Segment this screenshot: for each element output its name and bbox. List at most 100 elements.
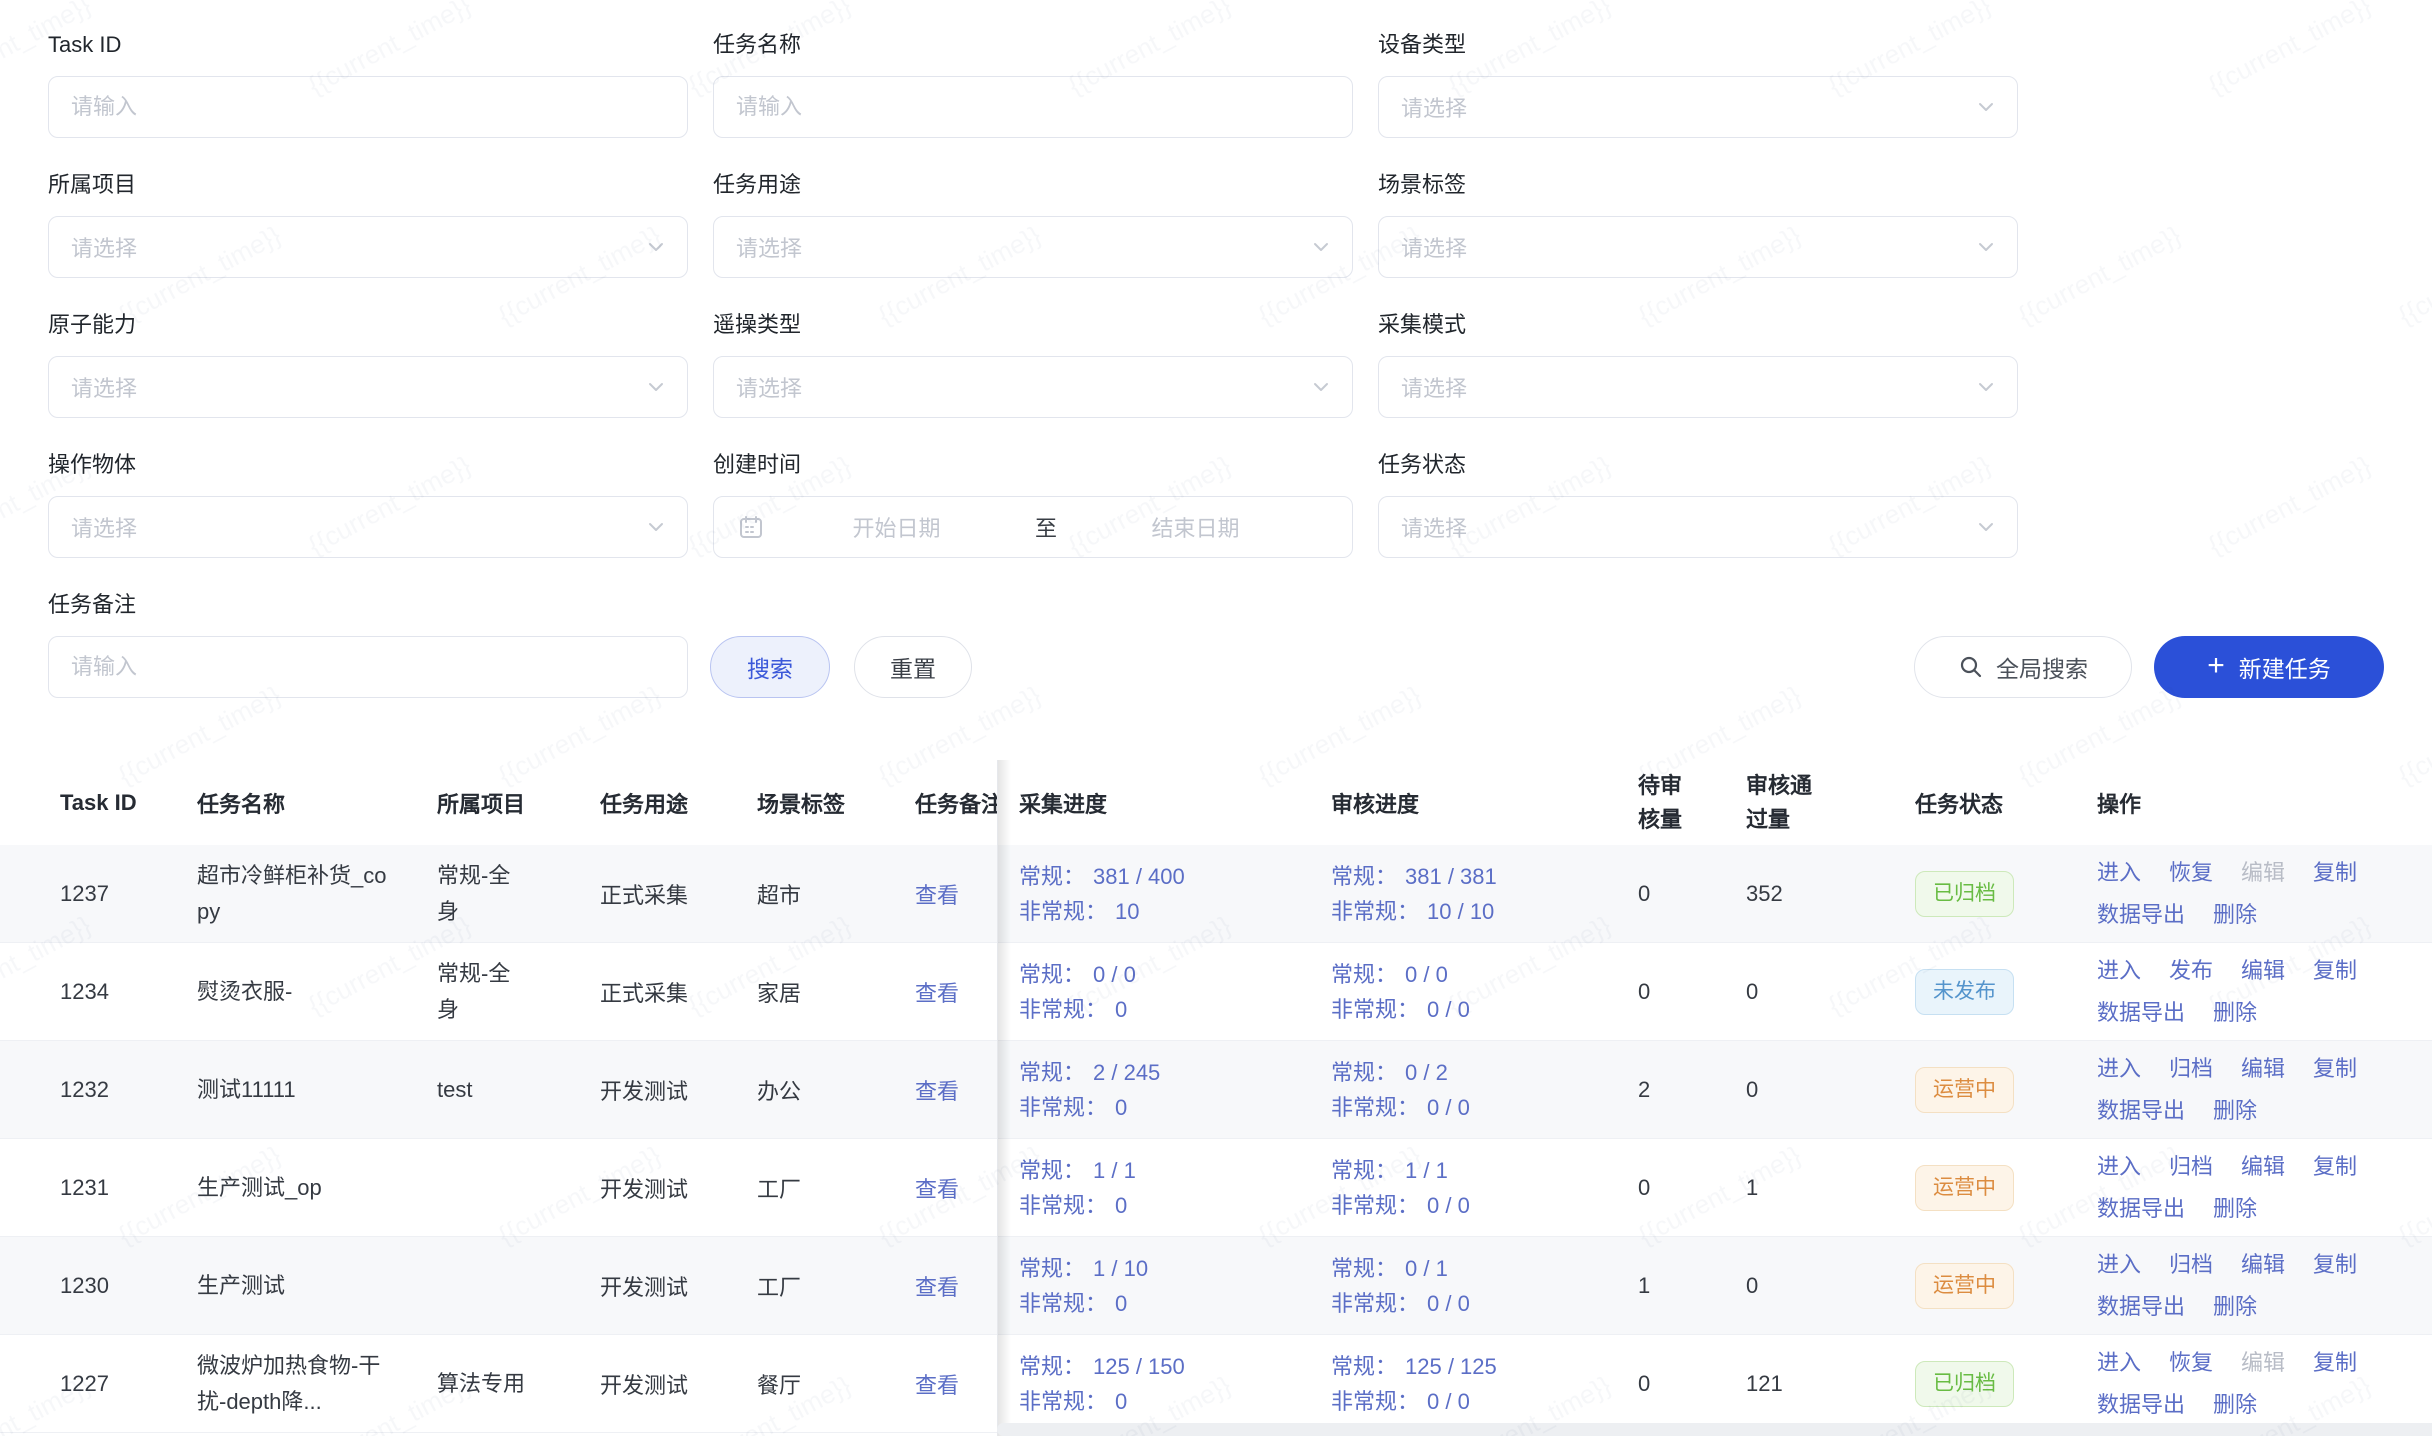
action-link[interactable]: 编辑 (2241, 856, 2285, 890)
select-placeholder: 请选择 (736, 231, 802, 263)
field-label: 任务用途 (713, 170, 1353, 200)
field-label: 任务名称 (713, 30, 1353, 60)
action-link[interactable]: 数据导出 (2097, 1290, 2185, 1324)
action-link[interactable]: 复制 (2313, 1346, 2357, 1380)
view-remark-link[interactable]: 查看 (915, 1373, 959, 1398)
global-search-label: 全局搜索 (1996, 650, 2088, 684)
action-link[interactable]: 复制 (2313, 1248, 2357, 1282)
table-body: 1237 超市冷鲜柜补货_copy 常规-全身 正式采集 超市 查看 常规：38… (0, 845, 2432, 1433)
col-header-task-id: Task ID (60, 790, 197, 816)
reset-button[interactable]: 重置 (854, 636, 972, 698)
cell-task-name: 超市冷鲜柜补货_copy (197, 858, 437, 930)
action-link[interactable]: 数据导出 (2097, 1388, 2185, 1422)
chevron-down-icon (1975, 376, 1997, 398)
teleop-type-select[interactable]: 请选择 (713, 356, 1353, 418)
task-id-input[interactable] (48, 76, 688, 138)
filter-field-device-type: 设备类型 请选择 (1378, 30, 2018, 138)
action-link[interactable]: 复制 (2313, 954, 2357, 988)
view-remark-link[interactable]: 查看 (915, 883, 959, 908)
filter-field-atomic-capability: 原子能力 请选择 (48, 310, 688, 418)
task-management-page: { "watermark": "{{current_time}}", "pale… (0, 0, 2432, 1436)
action-link[interactable]: 发布 (2169, 954, 2213, 988)
cell-scene: 工厂 (757, 1172, 915, 1204)
status-badge: 运营中 (1915, 1263, 2014, 1309)
chevron-down-icon (1975, 96, 1997, 118)
cell-actions: 进入 归档 编辑 复制 数据导出 删除 (2097, 1052, 2407, 1128)
action-link[interactable]: 归档 (2169, 1052, 2213, 1086)
action-link[interactable]: 进入 (2097, 856, 2141, 890)
view-remark-link[interactable]: 查看 (915, 1079, 959, 1104)
view-remark-link[interactable]: 查看 (915, 1177, 959, 1202)
new-task-button[interactable]: + 新建任务 (2154, 636, 2384, 698)
filter-field-create-time: 创建时间 开始日期 至 结束日期 (713, 450, 1353, 558)
atomic-capability-select[interactable]: 请选择 (48, 356, 688, 418)
action-link[interactable]: 进入 (2097, 1248, 2141, 1282)
action-link[interactable]: 编辑 (2241, 954, 2285, 988)
field-label: 任务备注 (48, 590, 688, 620)
cell-purpose: 开发测试 (600, 1368, 757, 1400)
project-select[interactable]: 请选择 (48, 216, 688, 278)
action-link[interactable]: 复制 (2313, 1150, 2357, 1184)
view-remark-link[interactable]: 查看 (915, 1275, 959, 1300)
action-link[interactable]: 删除 (2213, 1290, 2257, 1324)
action-link[interactable]: 恢复 (2169, 1346, 2213, 1380)
action-link[interactable]: 恢复 (2169, 856, 2213, 890)
cell-actions: 进入 归档 编辑 复制 数据导出 删除 (2097, 1248, 2407, 1324)
action-link[interactable]: 进入 (2097, 1346, 2141, 1380)
collect-mode-select[interactable]: 请选择 (1378, 356, 2018, 418)
action-link[interactable]: 编辑 (2241, 1052, 2285, 1086)
filter-field-scene-tag: 场景标签 请选择 (1378, 170, 2018, 278)
select-placeholder: 请选择 (1401, 511, 1467, 543)
action-link[interactable]: 删除 (2213, 1192, 2257, 1226)
cell-approved-count: 0 (1746, 979, 1915, 1005)
action-link[interactable]: 归档 (2169, 1150, 2213, 1184)
table-row: 1227 微波炉加热食物-干扰-depth降... 算法专用 开发测试 餐厅 查… (0, 1335, 2432, 1433)
col-header-pending: 待审核量 (1638, 769, 1746, 837)
cell-purpose: 开发测试 (600, 1172, 757, 1204)
action-link[interactable]: 数据导出 (2097, 996, 2185, 1030)
cell-task-id: 1227 (60, 1371, 197, 1397)
search-button[interactable]: 搜索 (710, 636, 830, 698)
col-header-collect-progress: 采集进度 (997, 787, 1331, 819)
operate-object-select[interactable]: 请选择 (48, 496, 688, 558)
plus-icon: + (2207, 651, 2225, 681)
action-link[interactable]: 数据导出 (2097, 1192, 2185, 1226)
action-link[interactable]: 进入 (2097, 954, 2141, 988)
action-link[interactable]: 复制 (2313, 1052, 2357, 1086)
action-link[interactable]: 删除 (2213, 1094, 2257, 1128)
cell-approved-count: 121 (1746, 1371, 1915, 1397)
filter-field-task-status: 任务状态 请选择 (1378, 450, 2018, 558)
device-type-select[interactable]: 请选择 (1378, 76, 2018, 138)
action-link[interactable]: 删除 (2213, 898, 2257, 932)
cell-task-name: 生产测试_op (197, 1170, 437, 1206)
cell-actions: 进入 恢复 编辑 复制 数据导出 删除 (2097, 1346, 2407, 1422)
action-link[interactable]: 编辑 (2241, 1150, 2285, 1184)
view-remark-link[interactable]: 查看 (915, 981, 959, 1006)
create-time-range-picker[interactable]: 开始日期 至 结束日期 (713, 496, 1353, 558)
action-link[interactable]: 删除 (2213, 996, 2257, 1030)
chevron-down-icon (645, 236, 667, 258)
action-link[interactable]: 进入 (2097, 1150, 2141, 1184)
horizontal-scrollbar[interactable] (997, 1423, 2432, 1436)
task-remark-input[interactable] (48, 636, 688, 698)
field-label: 采集模式 (1378, 310, 2018, 340)
action-link[interactable]: 数据导出 (2097, 898, 2185, 932)
action-link[interactable]: 数据导出 (2097, 1094, 2185, 1128)
action-link[interactable]: 归档 (2169, 1248, 2213, 1282)
filter-field-collect-mode: 采集模式 请选择 (1378, 310, 2018, 418)
new-task-label: 新建任务 (2239, 650, 2331, 684)
col-header-ops: 操作 (2097, 787, 2432, 819)
task-purpose-select[interactable]: 请选择 (713, 216, 1353, 278)
global-search-button[interactable]: 全局搜索 (1914, 636, 2132, 698)
task-name-input[interactable] (713, 76, 1353, 138)
calendar-icon (738, 514, 764, 540)
action-link[interactable]: 进入 (2097, 1052, 2141, 1086)
action-link[interactable]: 复制 (2313, 856, 2357, 890)
scene-tag-select[interactable]: 请选择 (1378, 216, 2018, 278)
chevron-down-icon (1310, 236, 1332, 258)
action-link[interactable]: 编辑 (2241, 1248, 2285, 1282)
action-link[interactable]: 编辑 (2241, 1346, 2285, 1380)
task-status-select[interactable]: 请选择 (1378, 496, 2018, 558)
action-link[interactable]: 删除 (2213, 1388, 2257, 1422)
status-badge: 已归档 (1915, 1361, 2014, 1407)
